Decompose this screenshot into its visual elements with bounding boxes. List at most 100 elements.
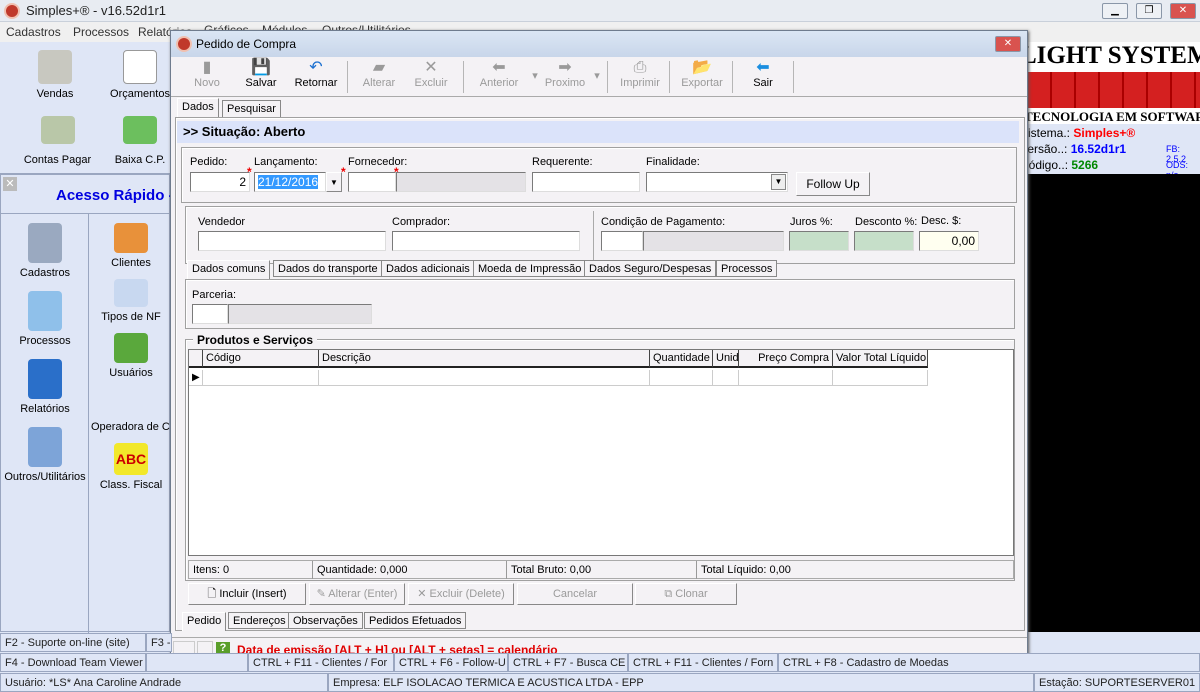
tab-pesquisar[interactable]: Pesquisar xyxy=(222,100,281,117)
main-titlebar: Simples+® - v16.52d1r1 ▁ ❐ ✕ xyxy=(0,0,1200,22)
toolbar-anterior[interactable]: ⬅ Anterior xyxy=(471,59,527,95)
subtab-dados-adicionais[interactable]: Dados adicionais xyxy=(381,260,475,277)
dialog-close-button[interactable]: ✕ xyxy=(995,36,1021,52)
desconto-percent-field[interactable] xyxy=(854,231,914,251)
parceria-code-field[interactable] xyxy=(192,304,228,324)
clonar-button[interactable]: ⧉ Clonar xyxy=(635,583,737,605)
quick-outros[interactable]: Outros/Utilitários xyxy=(3,427,87,483)
col-valor-total[interactable]: Valor Total Líquido xyxy=(833,350,928,368)
subtab-processos[interactable]: Processos xyxy=(716,260,778,277)
fkey-moedas[interactable]: CTRL + F8 - Cadastro de Moedas xyxy=(778,653,1200,672)
grid-cell[interactable] xyxy=(739,370,833,386)
totals-bar: Itens: 0 Quantidade: 0,000 Total Bruto: … xyxy=(188,560,1014,579)
grid-cell[interactable] xyxy=(833,370,928,386)
shortcut-orcamentos[interactable]: Orçamentos xyxy=(105,50,175,100)
tab-dados[interactable]: Dados xyxy=(177,98,219,117)
fkey-clientes-forn[interactable]: CTRL + F11 - Clientes / Forn xyxy=(628,653,778,672)
shortcut-bar: Vendas Orçamentos Contas Pagar Baixa C.P… xyxy=(0,42,170,174)
vendedor-field[interactable] xyxy=(198,231,386,251)
grid-cell[interactable] xyxy=(713,370,739,386)
toolbar-imprimir[interactable]: ⎙ Imprimir xyxy=(613,59,667,95)
incluir-button[interactable]: 🗋 Incluir (Insert) xyxy=(188,583,306,605)
quick-operadora[interactable]: Operadora de Cartão xyxy=(91,421,171,433)
pedido-compra-dialog: Pedido de Compra ✕ ▮ Novo 💾 Salvar ↶ Retorn… xyxy=(170,30,1028,660)
toolbar-novo[interactable]: ▮ Novo xyxy=(185,59,229,95)
desconto-valor-field[interactable]: 0,00 xyxy=(919,231,979,251)
brand-arrows-logo xyxy=(1028,72,1200,108)
fornecedor-code-field[interactable] xyxy=(348,172,396,192)
grid-cell[interactable] xyxy=(203,370,319,386)
brand-tagline: TECNOLOGIA EM SOFTWARE xyxy=(1024,109,1200,124)
col-unid[interactable]: Unid xyxy=(713,350,739,368)
quick-cadastros[interactable]: Cadastros xyxy=(3,223,87,279)
follow-up-button[interactable]: Follow Up xyxy=(796,172,870,196)
tab-pedido[interactable]: Pedido xyxy=(182,612,227,631)
restore-button[interactable]: ❐ xyxy=(1136,3,1162,19)
menu-processos[interactable]: Processos xyxy=(73,25,129,39)
calendar-dropdown-button[interactable]: ▼ xyxy=(326,172,342,192)
toolbar-sair[interactable]: ⬅ Sair xyxy=(741,59,785,95)
quick-relatorios[interactable]: Relatórios xyxy=(3,359,87,415)
fkey-clientes[interactable]: CTRL + F11 - Clientes / For xyxy=(248,653,394,672)
col-codigo[interactable]: Código xyxy=(203,350,319,368)
toolbar-excluir[interactable]: ✕ Excluir xyxy=(409,59,453,95)
pedido-field[interactable]: 2 xyxy=(190,172,250,192)
brand-panel: LIGHT SYSTEM TECNOLOGIA EM SOFTWARE Sist… xyxy=(1020,42,1200,180)
finalidade-select[interactable]: ▼ xyxy=(646,172,788,192)
produtos-title: Produtos e Serviços xyxy=(193,333,318,347)
excluir-item-button[interactable]: ✕ Excluir (Delete) xyxy=(408,583,514,605)
tab-observacoes[interactable]: Observações xyxy=(288,612,363,629)
quick-processos[interactable]: Processos xyxy=(3,291,87,347)
proximo-dropdown-icon[interactable]: ▾ xyxy=(591,69,603,105)
copy-icon: ⧉ xyxy=(664,588,676,600)
condicao-name-field xyxy=(643,231,784,251)
close-panel-icon[interactable]: ✕ xyxy=(3,177,17,191)
shortcut-vendas[interactable]: Vendas xyxy=(20,50,90,100)
fkey-teamviewer[interactable]: F4 - Download Team Viewer xyxy=(0,653,146,672)
clients-icon xyxy=(114,223,148,253)
minimize-button[interactable]: ▁ xyxy=(1102,3,1128,19)
fkey-suporte[interactable]: F2 - Suporte on-line (site) xyxy=(0,633,146,652)
app-title: Simples+® - v16.52d1r1 xyxy=(26,3,167,18)
col-preco-compra[interactable]: Preço Compra xyxy=(739,350,833,368)
toolbar-alterar[interactable]: ▰ Alterar xyxy=(357,59,401,95)
fkey-f3[interactable]: F3 - xyxy=(146,633,172,652)
tab-enderecos[interactable]: Endereços xyxy=(228,612,291,629)
grid-cell[interactable] xyxy=(650,370,713,386)
subtab-moeda-impressao[interactable]: Moeda de Impressão xyxy=(473,260,587,277)
subtab-dados-comuns[interactable]: Dados comuns xyxy=(187,260,271,279)
subtab-dados-seguro[interactable]: Dados Seguro/Despesas xyxy=(584,260,717,277)
shortcut-contas-pagar[interactable]: Contas Pagar xyxy=(20,116,95,166)
toolbar-retornar[interactable]: ↶ Retornar xyxy=(291,59,341,95)
close-app-button[interactable]: ✕ xyxy=(1170,3,1196,19)
subtab-dados-transporte[interactable]: Dados do transporte xyxy=(273,260,383,277)
col-quantidade[interactable]: Quantidade xyxy=(650,350,713,368)
condicao-code-field[interactable] xyxy=(601,231,643,251)
col-descricao[interactable]: Descrição xyxy=(319,350,650,368)
fkey-follow-up[interactable]: CTRL + F6 - Follow-U xyxy=(394,653,508,672)
toolbar-salvar[interactable]: 💾 Salvar xyxy=(239,59,283,95)
requerente-field[interactable] xyxy=(532,172,640,192)
quick-clientes[interactable]: Clientes xyxy=(91,223,171,269)
toolbar-exportar[interactable]: 📂 Exportar xyxy=(675,59,729,95)
shortcut-baixa-cp[interactable]: Baixa C.P. xyxy=(105,116,175,166)
arrow-left-icon: ⬅ xyxy=(492,59,506,76)
quick-usuarios[interactable]: Usuários xyxy=(91,333,171,379)
dialog-logo-icon xyxy=(176,36,192,52)
cancelar-button[interactable]: Cancelar xyxy=(517,583,633,605)
juros-field[interactable] xyxy=(789,231,849,251)
fkey-busca-cep[interactable]: CTRL + F7 - Busca CE xyxy=(508,653,628,672)
sistema-value: Simples+® xyxy=(1073,126,1136,140)
products-grid[interactable]: Código Descrição Quantidade Unid Preço C… xyxy=(188,349,1014,556)
situacao-banner: >> Situação: Aberto xyxy=(177,121,1019,143)
fornecedor-name-field xyxy=(396,172,526,192)
tab-pedidos-efetuados[interactable]: Pedidos Efetuados xyxy=(364,612,467,629)
comprador-field[interactable] xyxy=(392,231,580,251)
alterar-item-button[interactable]: ✎ Alterar (Enter) xyxy=(309,583,405,605)
quick-class-fiscal[interactable]: ABC Class. Fiscal xyxy=(91,443,171,491)
quick-tipos-nf[interactable]: Tipos de NF xyxy=(91,279,171,323)
toolbar-proximo[interactable]: ➡ Proximo xyxy=(537,59,593,95)
menu-cadastros[interactable]: Cadastros xyxy=(6,25,61,39)
lancamento-date-field[interactable]: 21/12/2016 xyxy=(254,172,326,192)
grid-cell[interactable] xyxy=(319,370,650,386)
